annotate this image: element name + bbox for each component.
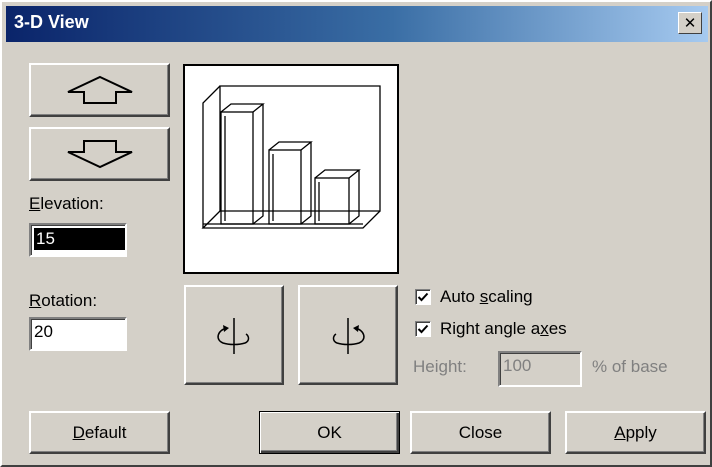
up-arrow-icon [67,75,132,104]
close-icon: ✕ [683,14,697,32]
apply-button[interactable]: Apply [565,411,706,454]
height-input: 100 [498,351,582,387]
elevation-input[interactable]: 15 [29,223,127,257]
default-button[interactable]: Default [29,411,170,454]
close-button-label: Close [458,422,503,442]
rotation-input[interactable]: 20 [29,317,127,351]
height-label: Height: [413,357,467,376]
close-window-button[interactable]: ✕ [678,12,702,34]
height-suffix: % of base [592,357,668,376]
close-button[interactable]: Close [410,411,551,454]
height-value: 100 [503,356,532,375]
rotate-right-button[interactable] [298,285,398,385]
rotation-label: Rotation: [29,291,98,310]
right-angle-axes-checkbox[interactable] [415,321,431,337]
rotate-left-button[interactable] [184,285,284,385]
down-arrow-icon [67,140,132,169]
window-title: 3-D View [14,12,89,32]
auto-scaling-label[interactable]: Auto scaling [440,287,533,307]
ok-button-label: OK [317,422,342,442]
elevation-value: 15 [34,228,125,250]
right-angle-axes-label[interactable]: Right angle axes [440,319,567,339]
3d-column-chart-preview-icon [201,85,381,229]
elevation-label: Elevation: [29,194,104,213]
chart-preview [183,64,399,274]
ok-button[interactable]: OK [259,411,400,454]
auto-scaling-checkbox[interactable] [415,289,431,305]
checkmark-icon [417,292,429,302]
elevation-down-button[interactable] [29,127,170,181]
elevation-up-button[interactable] [29,63,170,117]
rotation-value: 20 [34,322,53,341]
default-button-label: Default [72,422,127,442]
dialog-3d-view: 3-D View ✕ Elevation: 15 Rotation: 20 Au… [0,0,712,467]
rotate-right-icon [332,318,365,354]
checkmark-icon [417,324,429,334]
apply-button-label: Apply [614,422,657,442]
title-bar: 3-D View ✕ [6,6,708,42]
rotate-left-icon [217,318,250,354]
